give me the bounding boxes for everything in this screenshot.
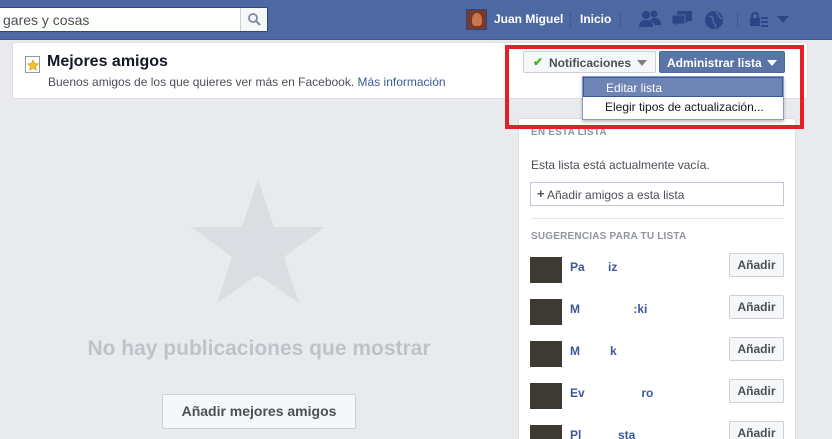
divider	[570, 12, 571, 28]
description-text: Buenos amigos de los que quieres ver más…	[48, 75, 355, 89]
notifications-globe-icon[interactable]	[703, 9, 725, 31]
friend-photo[interactable]	[530, 335, 562, 367]
home-link[interactable]: Inicio	[580, 12, 611, 26]
suggestion-row: M k Añadir	[530, 335, 786, 371]
top-navigation-bar: gares y cosas Juan Miguel Inicio	[0, 0, 832, 40]
suggestion-row: M :ki Añadir	[530, 293, 786, 329]
search-input[interactable]: gares y cosas	[3, 12, 89, 28]
add-friends-field[interactable]: + Añadir amigos a esta lista	[530, 182, 784, 206]
suggestions-heading: SUGERENCIAS PARA TU LISTA	[531, 231, 687, 242]
suggestion-row: Pa iz Añadir	[530, 251, 786, 287]
friend-name[interactable]: M :ki	[570, 302, 647, 316]
search-button[interactable]	[240, 8, 267, 31]
add-friend-button[interactable]: Añadir	[729, 379, 784, 403]
search-field[interactable]: gares y cosas	[0, 7, 268, 32]
empty-list-text: Esta lista está actualmente vacía.	[531, 158, 710, 172]
friend-photo[interactable]	[530, 293, 562, 325]
highlight-box	[505, 45, 804, 129]
best-friends-star-icon	[25, 56, 40, 73]
friend-name[interactable]: Ev ro	[570, 386, 653, 400]
friend-name[interactable]: M k	[570, 344, 617, 358]
add-best-friends-button[interactable]: Añadir mejores amigos	[162, 394, 356, 429]
friend-name[interactable]: Pa iz	[570, 260, 617, 274]
avatar[interactable]	[466, 9, 487, 30]
friend-name[interactable]: Pl sta	[570, 428, 635, 439]
suggestion-row: Pl sta Añadir	[530, 419, 786, 439]
divider	[620, 12, 621, 28]
plus-icon: +	[537, 186, 545, 201]
friend-photo[interactable]	[530, 377, 562, 409]
list-sidebar: EN ESTA LISTA Esta lista está actualment…	[518, 118, 796, 439]
page-title: Mejores amigos	[47, 53, 168, 70]
friend-requests-icon[interactable]	[638, 9, 662, 29]
divider	[531, 218, 785, 219]
search-icon	[248, 13, 261, 26]
privacy-lock-icon[interactable]	[749, 12, 769, 28]
add-friend-button[interactable]: Añadir	[729, 295, 784, 319]
suggestion-row: Ev ro Añadir	[530, 377, 786, 413]
messages-icon[interactable]	[670, 9, 694, 29]
add-friend-button[interactable]: Añadir	[729, 253, 784, 277]
friend-photo[interactable]	[530, 251, 562, 283]
divider	[737, 12, 738, 28]
more-info-link[interactable]: Más información	[358, 75, 446, 89]
star-icon	[191, 179, 325, 303]
empty-feed-message: No hay publicaciones que mostrar	[87, 337, 431, 360]
chevron-down-icon[interactable]	[776, 15, 790, 25]
add-friend-button[interactable]: Añadir	[729, 337, 784, 361]
list-description: Buenos amigos de los que quieres ver más…	[48, 75, 446, 89]
add-friend-button[interactable]: Añadir	[729, 421, 784, 439]
add-friends-input[interactable]: Añadir amigos a esta lista	[547, 188, 684, 202]
friend-photo[interactable]	[530, 419, 562, 439]
profile-link[interactable]: Juan Miguel	[494, 12, 563, 26]
